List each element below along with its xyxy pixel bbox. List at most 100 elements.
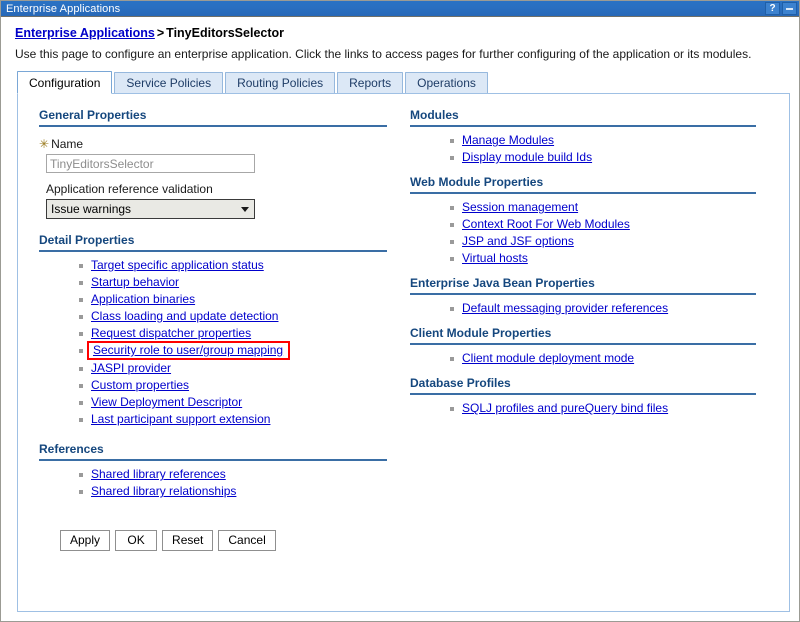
name-input[interactable]	[46, 154, 255, 173]
tab-service-policies[interactable]: Service Policies	[114, 72, 223, 93]
link-sqlj-profiles-and-purequery-bind-files[interactable]: SQLJ profiles and pureQuery bind files	[462, 401, 668, 415]
client-module-properties-link-list: Client module deployment mode	[410, 350, 778, 367]
right-column: Modules Manage Modules Display module bu…	[388, 108, 778, 417]
section-title-references: References	[39, 442, 387, 461]
list-item: Startup behavior	[79, 274, 388, 291]
section-title-modules: Modules	[410, 108, 756, 127]
list-item: Last participant support extension	[79, 411, 388, 428]
link-session-management[interactable]: Session management	[462, 200, 578, 214]
name-field-label: ✳Name	[39, 136, 388, 152]
list-item: JSP and JSF options	[450, 233, 778, 250]
section-general-properties: General Properties	[39, 108, 388, 127]
database-profiles-link-list: SQLJ profiles and pureQuery bind files	[410, 400, 778, 417]
section-references: References	[39, 442, 388, 461]
help-icon[interactable]: ?	[765, 2, 780, 15]
list-item: Custom properties	[79, 377, 388, 394]
breadcrumb-link-enterprise-applications[interactable]: Enterprise Applications	[15, 26, 155, 40]
tab-configuration[interactable]: Configuration	[17, 71, 112, 94]
list-item: Request dispatcher properties	[79, 325, 388, 342]
tab-reports[interactable]: Reports	[337, 72, 403, 93]
list-item: Shared library relationships	[79, 483, 388, 500]
breadcrumb-current: TinyEditorsSelector	[166, 26, 284, 40]
link-security-role-to-user-group-mapping[interactable]: Security role to user/group mapping	[93, 343, 283, 357]
configuration-panel: General Properties ✳Name Application ref…	[17, 93, 790, 612]
section-client-module-properties: Client Module Properties	[410, 326, 778, 345]
section-title-detail-properties: Detail Properties	[39, 233, 387, 252]
window-controls: ?	[765, 2, 797, 15]
detail-properties-link-list: Target specific application status Start…	[39, 257, 388, 428]
section-title-web-module-properties: Web Module Properties	[410, 175, 756, 194]
link-default-messaging-provider-references[interactable]: Default messaging provider references	[462, 301, 668, 315]
ok-button[interactable]: OK	[115, 530, 157, 551]
web-module-properties-link-list: Session management Context Root For Web …	[410, 199, 778, 267]
list-item: Virtual hosts	[450, 250, 778, 267]
list-item: View Deployment Descriptor	[79, 394, 388, 411]
validation-field-label: Application reference validation	[46, 181, 388, 197]
link-client-module-deployment-mode[interactable]: Client module deployment mode	[462, 351, 634, 365]
application-reference-validation-select[interactable]: Issue warnings	[46, 199, 255, 219]
section-detail-properties: Detail Properties	[39, 233, 388, 252]
name-label-text: Name	[51, 137, 83, 151]
chevron-down-icon	[241, 207, 249, 212]
breadcrumb-separator: >	[155, 26, 166, 40]
list-item: Default messaging provider references	[450, 300, 778, 317]
link-display-module-build-ids[interactable]: Display module build Ids	[462, 150, 592, 164]
tab-routing-policies[interactable]: Routing Policies	[225, 72, 335, 93]
section-modules: Modules	[410, 108, 778, 127]
section-title-client-module-properties: Client Module Properties	[410, 326, 756, 345]
required-asterisk-icon: ✳	[39, 137, 51, 151]
list-item: Application binaries	[79, 291, 388, 308]
section-title-database-profiles: Database Profiles	[410, 376, 756, 395]
page-body: Enterprise Applications>TinyEditorsSelec…	[1, 17, 799, 612]
link-jaspi-provider[interactable]: JASPI provider	[91, 361, 171, 375]
left-column: General Properties ✳Name Application ref…	[18, 108, 388, 551]
list-item-highlighted: Security role to user/group mapping	[79, 342, 388, 360]
list-item: Session management	[450, 199, 778, 216]
link-target-specific-application-status[interactable]: Target specific application status	[91, 258, 264, 272]
page-description: Use this page to configure an enterprise…	[15, 47, 788, 62]
panel-columns: General Properties ✳Name Application ref…	[18, 108, 789, 551]
minimize-icon[interactable]	[782, 2, 797, 15]
apply-button[interactable]: Apply	[60, 530, 110, 551]
link-last-participant-support-extension[interactable]: Last participant support extension	[91, 412, 270, 426]
list-item: Manage Modules	[450, 132, 778, 149]
link-context-root-for-web-modules[interactable]: Context Root For Web Modules	[462, 217, 630, 231]
enterprise-applications-window: Enterprise Applications ? Enterprise App…	[0, 0, 800, 622]
modules-link-list: Manage Modules Display module build Ids	[410, 132, 778, 166]
link-jsp-and-jsf-options[interactable]: JSP and JSF options	[462, 234, 574, 248]
validation-selected-value: Issue warnings	[47, 200, 254, 218]
form-button-row: Apply OK Reset Cancel	[60, 530, 388, 551]
section-database-profiles: Database Profiles	[410, 376, 778, 395]
window-titlebar: Enterprise Applications ?	[1, 1, 799, 17]
reset-button[interactable]: Reset	[162, 530, 213, 551]
highlight-box: Security role to user/group mapping	[87, 341, 290, 360]
window-title: Enterprise Applications	[6, 1, 120, 17]
list-item: Class loading and update detection	[79, 308, 388, 325]
link-view-deployment-descriptor[interactable]: View Deployment Descriptor	[91, 395, 242, 409]
cancel-button[interactable]: Cancel	[218, 530, 275, 551]
list-item: Display module build Ids	[450, 149, 778, 166]
references-link-list: Shared library references Shared library…	[39, 466, 388, 500]
list-item: Shared library references	[79, 466, 388, 483]
link-shared-library-relationships[interactable]: Shared library relationships	[91, 484, 236, 498]
list-item: Target specific application status	[79, 257, 388, 274]
list-item: JASPI provider	[79, 360, 388, 377]
list-item: SQLJ profiles and pureQuery bind files	[450, 400, 778, 417]
tab-operations[interactable]: Operations	[405, 72, 488, 93]
link-manage-modules[interactable]: Manage Modules	[462, 133, 554, 147]
list-item: Context Root For Web Modules	[450, 216, 778, 233]
tab-strip: Configuration Service Policies Routing P…	[17, 70, 788, 93]
link-application-binaries[interactable]: Application binaries	[91, 292, 195, 306]
section-enterprise-java-bean-properties: Enterprise Java Bean Properties	[410, 276, 778, 295]
link-class-loading-and-update-detection[interactable]: Class loading and update detection	[91, 309, 278, 323]
section-title-enterprise-java-bean-properties: Enterprise Java Bean Properties	[410, 276, 756, 295]
section-web-module-properties: Web Module Properties	[410, 175, 778, 194]
section-title-general-properties: General Properties	[39, 108, 387, 127]
link-virtual-hosts[interactable]: Virtual hosts	[462, 251, 528, 265]
link-startup-behavior[interactable]: Startup behavior	[91, 275, 179, 289]
list-item: Client module deployment mode	[450, 350, 778, 367]
link-request-dispatcher-properties[interactable]: Request dispatcher properties	[91, 326, 251, 340]
link-custom-properties[interactable]: Custom properties	[91, 378, 189, 392]
link-shared-library-references[interactable]: Shared library references	[91, 467, 226, 481]
ejb-properties-link-list: Default messaging provider references	[410, 300, 778, 317]
